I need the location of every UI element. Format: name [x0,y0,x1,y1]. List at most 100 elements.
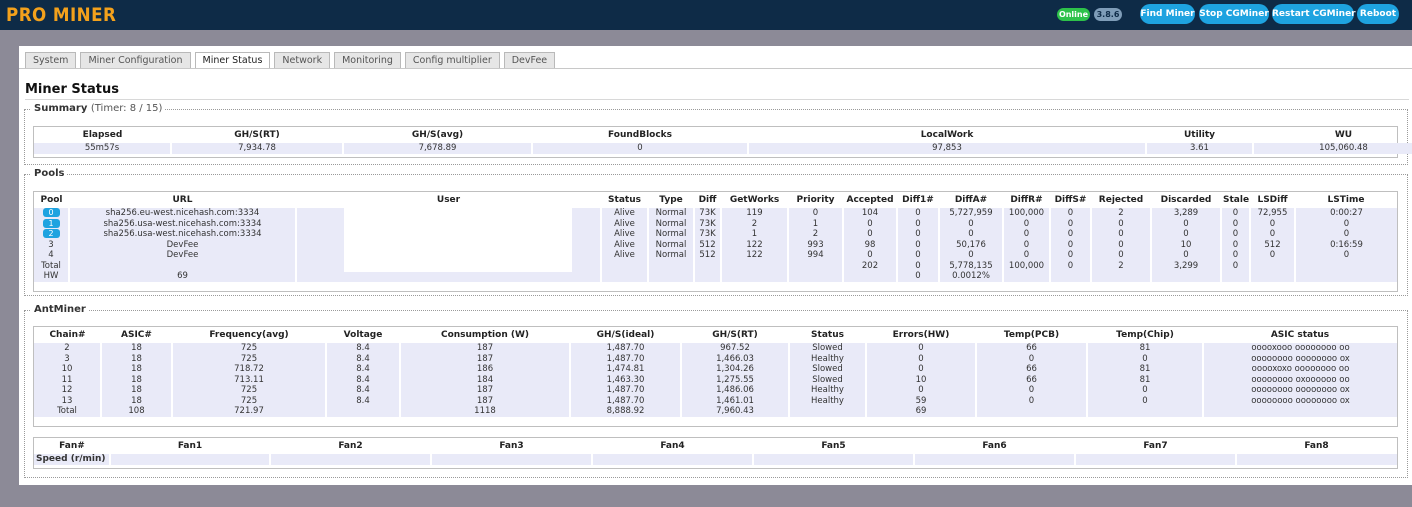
col-header-stale: Stale [1223,194,1250,205]
tab-devfee[interactable]: DevFee [503,52,556,69]
chain-cell-frequency-avg: 718.72 [171,364,326,375]
col-header-consumption-w: Consumption (W) [440,329,530,340]
pool-cell-diff1: 0 [896,229,939,240]
pool-cell-priority: 994 [787,250,843,261]
pool-cell-rejected: 2 [1090,208,1151,219]
chain-cell-chain: 10 [34,364,101,375]
tab-system[interactable]: System [25,52,77,69]
pool-cell-url: 69 [68,271,296,282]
pool-cell-stale: 0 [1220,250,1250,261]
chain-cell-consumption-w: 184 [399,374,570,385]
tab-miner-status[interactable]: Miner Status [194,52,271,69]
pool-cell-status: Alive [600,218,648,229]
pool-cell-diff1: 0 [896,208,939,219]
table-row: 2 sha256.usa-west.nicehash.com:3334 Alive N… [34,229,1397,240]
tab-underline [19,68,1412,69]
pool-cell-diffs: 0 [1049,218,1091,229]
pool-cell-lstime: 0:16:59 [1294,239,1397,250]
pool-cell-diffa: 50,176 [938,239,1003,250]
pool-cell-type [647,260,694,271]
tab-miner-configuration[interactable]: Miner Configuration [80,52,191,69]
col-header-url: URL [172,194,193,205]
pool-cell-diffa: 0 [938,229,1003,240]
tab-config-multiplier[interactable]: Config multiplier [404,52,500,69]
pool-cell-getworks: 2 [720,218,788,229]
chain-cell-temp-chip: 0 [1086,395,1203,406]
pool-cell-type: Normal [647,229,694,240]
pool-cell-diffa: 0 [938,250,1003,261]
fans-header-row: Fan# Fan1 Fan2 Fan3 Fan4 Fan5 Fan6 Fan7 Fan8 [34,438,1397,454]
table-row: Total 202 0 5,778,135 100,000 0 2 3,299 0 [34,260,1397,271]
chain-cell-frequency-avg: 721.97 [171,406,326,417]
chain-cell-consumption-w: 187 [399,343,570,354]
antminer-header-row: Chain# ASIC# Frequency(avg) Voltage Consumpt… [34,327,1397,343]
pool-cell-pool: HW [34,271,69,282]
find-miner-button[interactable]: Find Miner [1140,4,1195,24]
tab-monitoring[interactable]: Monitoring [334,52,401,69]
col-header-fan1: Fan1 [177,440,203,451]
chain-cell-chain: 2 [34,343,101,354]
col-header-temp-pcb: Temp(PCB) [1003,329,1060,340]
chain-cell-asic: 18 [100,353,172,364]
chain-cell-temp-pcb: 66 [975,374,1087,385]
online-status-badge: Online [1057,8,1090,21]
summary-header-row: Elapsed GH/S(RT) GH/S(avg) FoundBlocks Local… [34,127,1412,143]
col-header-fan4: Fan4 [660,440,685,451]
chain-cell-status: Healthy [788,385,866,396]
chain-cell-gh-s-ideal: 1,487.70 [569,343,681,354]
summary-table-wrap: Elapsed GH/S(RT) GH/S(avg) FoundBlocks Local… [33,126,1412,158]
stop-cgminer-button[interactable]: Stop CGMiner [1199,4,1269,24]
pool-cell-accepted: 0 [842,218,897,229]
pool-cell-accepted [842,271,897,282]
logo: PRO MINER [6,4,117,26]
user-redaction [344,208,572,272]
restart-cgminer-button[interactable]: Restart CGMiner [1272,4,1356,24]
chain-cell-frequency-avg: 725 [171,353,326,364]
table-row: HW 69 0 0.0012% [34,271,1397,282]
summary-value-utility: 3.61 [1145,143,1253,154]
pool-cell-getworks [720,260,788,271]
summary-value-gh-s-avg: 7,678.89 [342,143,532,154]
pool-cell-diffs: 0 [1049,250,1091,261]
pool-cell-pool: 0 [34,208,69,219]
col-header-gh-s-rt: GH/S(RT) [234,129,280,140]
pool-cell-url [68,260,296,271]
col-header-fan6: Fan6 [982,440,1007,451]
chain-cell-errors-hw: 69 [865,406,976,417]
chain-cell-consumption-w: 187 [399,385,570,396]
pool-cell-user [295,271,601,282]
fan-speed-value [269,454,431,465]
col-header-accepted: Accepted [846,194,894,205]
col-header-asic-status: ASIC status [1270,329,1330,340]
pool-cell-diffs: 0 [1049,208,1091,219]
tab-network[interactable]: Network [274,52,331,69]
summary-value-elapsed: 55m57s [34,143,171,154]
col-header-diff1: Diff1# [902,194,934,205]
chain-cell-temp-pcb: 66 [975,364,1087,375]
pool-cell-diff [693,260,721,271]
chain-cell-voltage: 8.4 [325,364,400,375]
chain-cell-errors-hw: 0 [865,385,976,396]
pool-cell-diff: 73K [693,208,721,219]
pool-cell-rejected: 2 [1090,260,1151,271]
chain-cell-temp-pcb: 0 [975,353,1087,364]
chain-cell-temp-chip: 0 [1086,385,1203,396]
pool-cell-rejected: 0 [1090,250,1151,261]
reboot-button[interactable]: Reboot [1357,4,1399,24]
pool-cell-type [647,271,694,282]
col-header-chain: Chain# [49,329,86,340]
antminer-legend: AntMiner [34,304,86,315]
pool-cell-accepted: 202 [842,260,897,271]
fan-speed-value [430,454,592,465]
col-header-discarded: Discarded [1160,194,1212,205]
chain-cell-status: Slowed [788,364,866,375]
pool-cell-status: Alive [600,208,648,219]
pool-cell-accepted: 104 [842,208,897,219]
col-header-gh-s-avg: GH/S(avg) [411,129,464,140]
chain-cell-chain: 13 [34,395,101,406]
pool-cell-diffa: 0 [938,218,1003,229]
pool-cell-diff: 73K [693,218,721,229]
chain-cell-gh-s-ideal: 1,463.30 [569,374,681,385]
pool-cell-stale: 0 [1220,208,1250,219]
pool-cell-diffs [1049,271,1091,282]
